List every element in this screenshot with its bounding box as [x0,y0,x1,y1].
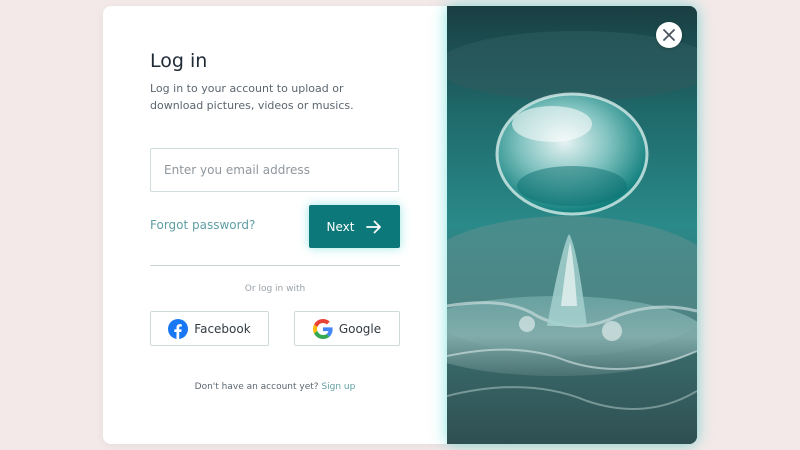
google-icon [312,318,333,339]
close-icon [663,29,675,41]
facebook-icon [168,318,189,339]
page-title: Log in [150,50,208,72]
forgot-password-link[interactable]: Forgot password? [150,218,255,232]
google-login-button[interactable]: Google [294,311,400,346]
google-label: Google [338,321,382,336]
login-panel: Log in Log in to your account to upload … [103,6,447,444]
signup-prompt: Don't have an account yet? Sign up [150,382,400,392]
water-droplet-image [447,6,697,444]
or-login-with-text: Or log in with [244,284,306,294]
facebook-login-button[interactable]: Facebook [150,311,269,346]
login-modal: Log in Log in to your account to upload … [103,6,697,444]
hero-image [447,6,697,444]
email-field[interactable] [150,148,399,192]
signup-link[interactable]: Sign up [321,382,355,392]
arrow-right-icon [366,220,382,233]
facebook-label: Facebook [194,321,251,336]
login-subtitle: Log in to your account to upload or down… [150,82,354,112]
next-button-label: Next [326,219,355,234]
close-button[interactable] [656,22,682,48]
divider [150,265,400,266]
next-button[interactable]: Next [309,205,400,248]
no-account-text: Don't have an account yet? [194,382,319,392]
